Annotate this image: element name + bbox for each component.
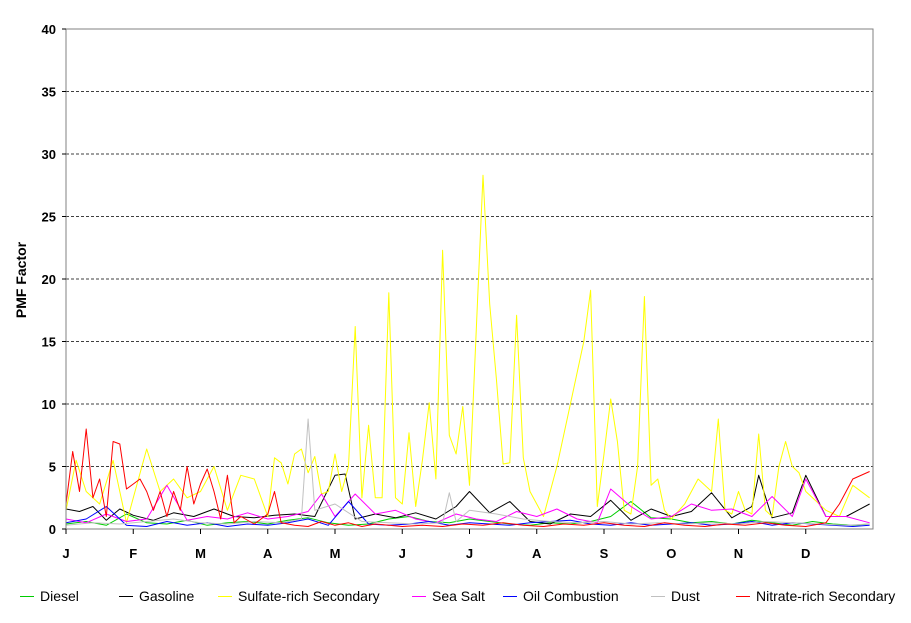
chart-legend: Diesel Gasoline Sulfate-rich Secondary Sea …	[0, 588, 911, 610]
legend-item: Dust	[651, 588, 700, 604]
y-tick-label: 0	[49, 522, 56, 537]
legend-label: Sea Salt	[432, 588, 485, 604]
x-tick-label: J	[62, 546, 69, 561]
y-tick-label: 30	[42, 147, 56, 162]
legend-swatch	[651, 595, 665, 597]
x-tick-label: O	[666, 546, 676, 561]
x-tick-label: J	[466, 546, 473, 561]
legend-label: Oil Combustion	[523, 588, 619, 604]
legend-swatch	[736, 595, 750, 597]
y-tick-label: 40	[42, 22, 56, 37]
y-tick-label: 10	[42, 397, 56, 412]
legend-label: Dust	[671, 588, 700, 604]
y-tick-label: 35	[42, 85, 56, 100]
x-tick-label: F	[129, 546, 137, 561]
legend-item: Diesel	[20, 588, 79, 604]
x-tick-label: D	[801, 546, 810, 561]
y-tick-label: 5	[49, 460, 56, 475]
legend-item: Oil Combustion	[503, 588, 619, 604]
x-tick-label: N	[734, 546, 743, 561]
legend-swatch	[412, 595, 426, 597]
x-tick-label: M	[330, 546, 341, 561]
legend-item: Nitrate-rich Secondary	[736, 588, 895, 604]
legend-label: Gasoline	[139, 588, 195, 604]
legend-swatch	[119, 595, 133, 597]
legend-swatch	[20, 595, 34, 597]
gridlines	[66, 91, 873, 467]
x-tick-label: S	[600, 546, 609, 561]
legend-item: Gasoline	[119, 588, 194, 604]
legend-label: Nitrate-rich Secondary	[756, 588, 896, 604]
legend-swatch	[218, 595, 232, 597]
legend-label: Diesel	[40, 588, 79, 604]
y-axis-label: PMF Factor	[13, 241, 29, 318]
x-tick-label: A	[263, 546, 273, 561]
legend-label: Sulfate-rich Secondary	[238, 588, 380, 604]
legend-item: Sulfate-rich Secondary	[218, 588, 380, 604]
x-axis-ticks: JFMAMJJASOND	[62, 529, 810, 561]
pmf-factor-line-chart: 0 5 10 15 20 25 30 35 40 J F M A M J J A S O N D PMF Factor	[13, 22, 874, 561]
series-line-sea-salt	[65, 478, 870, 524]
x-tick-label: A	[532, 546, 542, 561]
y-tick-label: 20	[42, 272, 56, 287]
legend-swatch	[503, 595, 517, 597]
legend-item: Sea Salt	[412, 588, 485, 604]
x-tick-label: J	[399, 546, 406, 561]
series-lines	[65, 174, 870, 527]
y-axis-ticks: 0 5 10 15 20 25 30 35 40	[42, 22, 66, 537]
y-tick-label: 25	[42, 210, 56, 225]
y-tick-label: 15	[42, 335, 56, 350]
x-tick-label: M	[195, 546, 206, 561]
